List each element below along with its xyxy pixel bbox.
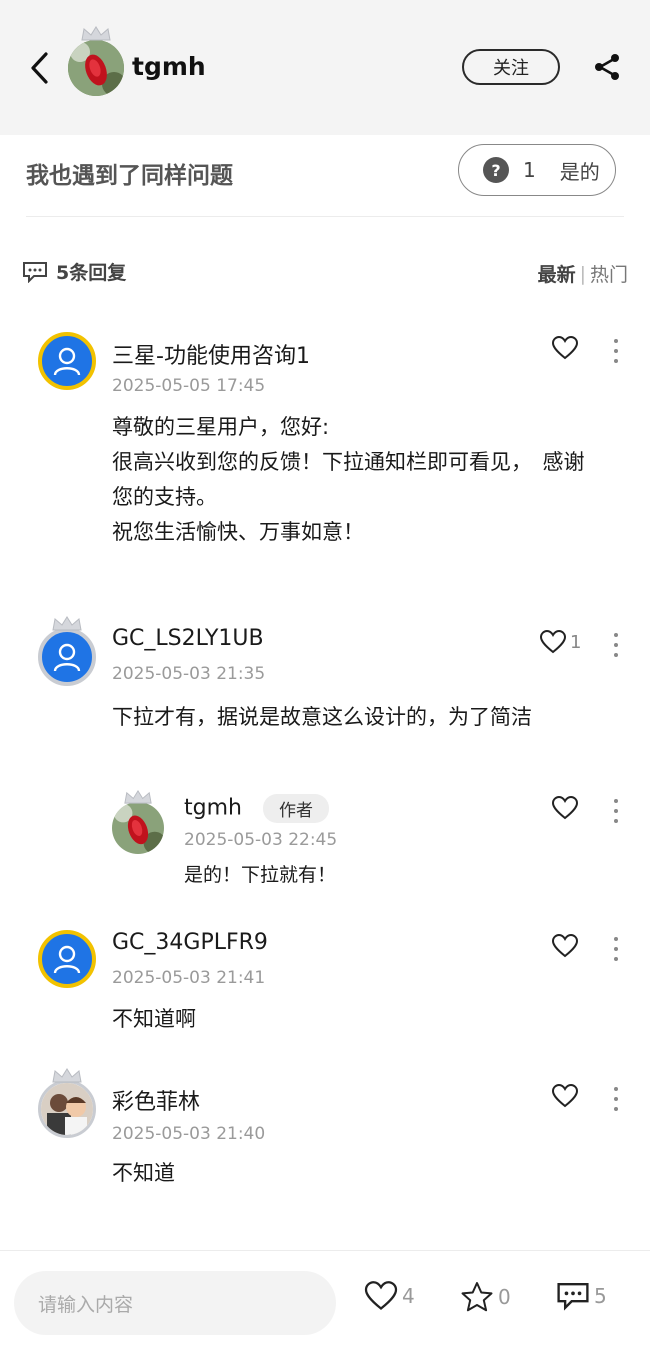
heart-icon bbox=[364, 1281, 398, 1310]
crown-icon bbox=[52, 616, 82, 631]
comment-date: 2025-05-03 21:40 bbox=[112, 1124, 266, 1144]
star-icon bbox=[461, 1282, 493, 1312]
more-options-button[interactable] bbox=[606, 630, 626, 660]
comment-icon bbox=[557, 1283, 589, 1311]
reply-count: 5条回复 bbox=[56, 262, 127, 284]
like-button[interactable]: 1 bbox=[540, 630, 581, 654]
author-badge: 作者 bbox=[262, 794, 329, 823]
comment-item: 三星-功能使用咨询1 2025-05-05 17:45 尊敬的三星用户，您好: … bbox=[0, 332, 650, 572]
share-button[interactable] bbox=[592, 52, 622, 82]
reply-body: 是的！下拉就有！ bbox=[184, 864, 337, 886]
like-count: 1 bbox=[570, 631, 582, 653]
flower-avatar-image bbox=[68, 40, 124, 96]
sort-separator: | bbox=[579, 262, 586, 285]
comment-input[interactable]: 请输入内容 bbox=[14, 1271, 336, 1335]
commenter-avatar[interactable] bbox=[38, 332, 96, 390]
bottom-action-bar: 请输入内容 4 0 5 bbox=[0, 1250, 650, 1349]
same-question-button[interactable]: ? 1 是的 bbox=[458, 144, 616, 196]
commenter-name: GC_34GPLFR9 bbox=[112, 930, 268, 955]
heart-icon bbox=[540, 630, 566, 654]
share-icon bbox=[595, 54, 619, 80]
author-avatar[interactable] bbox=[68, 26, 124, 96]
commenter-name: 彩色菲林 bbox=[112, 1090, 201, 1115]
back-button[interactable] bbox=[22, 48, 56, 88]
comment-body: 不知道啊 bbox=[112, 1007, 196, 1031]
comment-item: GC_LS2LY1UB 2025-05-03 21:35 下拉才有，据说是故意这… bbox=[0, 616, 650, 908]
favorite-count: 0 bbox=[498, 1285, 511, 1309]
comments-button[interactable]: 5 bbox=[556, 1281, 607, 1311]
heart-icon bbox=[552, 336, 578, 360]
author-name: tgmh bbox=[132, 52, 206, 81]
same-count: 1 bbox=[523, 158, 536, 182]
favorite-button[interactable]: 0 bbox=[460, 1281, 511, 1313]
same-label: 是的 bbox=[559, 159, 600, 184]
chevron-left-icon bbox=[31, 52, 48, 84]
like-button[interactable] bbox=[552, 934, 578, 958]
reply-author-line: tgmh 作者 bbox=[184, 794, 329, 823]
comment-item: 彩色菲林 2025-05-03 21:40 不知道 bbox=[0, 1068, 650, 1200]
post-like-count: 4 bbox=[402, 1284, 415, 1308]
more-options-button[interactable] bbox=[606, 934, 626, 964]
comment-date: 2025-05-03 21:41 bbox=[112, 968, 266, 988]
commenter-name: GC_LS2LY1UB bbox=[112, 626, 264, 651]
comment-body: 下拉才有，据说是故意这么设计的，为了简洁 bbox=[112, 705, 532, 729]
reply-author-name: tgmh bbox=[184, 795, 242, 821]
default-user-avatar bbox=[38, 628, 96, 686]
flower-avatar-image bbox=[112, 802, 164, 854]
reply-date: 2025-05-03 22:45 bbox=[184, 830, 338, 850]
comment-date: 2025-05-03 21:35 bbox=[112, 664, 266, 684]
default-user-avatar bbox=[38, 332, 96, 390]
top-app-bar: tgmh 关注 bbox=[0, 0, 650, 135]
photo-avatar-image bbox=[38, 1080, 96, 1138]
more-options-button[interactable] bbox=[606, 796, 626, 826]
reply-author-avatar[interactable] bbox=[112, 790, 164, 854]
like-button[interactable] bbox=[552, 1084, 578, 1108]
post-like-button[interactable]: 4 bbox=[364, 1281, 415, 1311]
comment-icon bbox=[23, 261, 47, 283]
commenter-avatar[interactable] bbox=[38, 616, 96, 686]
comment-body: 尊敬的三星用户，您好: 很高兴收到您的反馈！下拉通知栏即可看见， 感谢您的支持。… bbox=[112, 415, 585, 544]
nested-reply: tgmh 作者 2025-05-03 22:45 是的！下拉就有！ bbox=[112, 790, 632, 904]
more-options-button[interactable] bbox=[606, 1084, 626, 1114]
commenter-avatar[interactable] bbox=[38, 1068, 96, 1138]
question-mark-icon: ? bbox=[483, 157, 509, 183]
user-icon bbox=[53, 347, 81, 376]
commenter-name: 三星-功能使用咨询1 bbox=[112, 344, 310, 369]
user-icon bbox=[53, 945, 81, 974]
reply-count-header: 5条回复 bbox=[22, 258, 126, 285]
comment-item: GC_34GPLFR9 2025-05-03 21:41 不知道啊 bbox=[0, 930, 650, 1050]
comment-count: 5 bbox=[594, 1284, 607, 1308]
heart-icon bbox=[552, 1084, 578, 1108]
divider bbox=[26, 216, 624, 217]
comment-date: 2025-05-05 17:45 bbox=[112, 376, 266, 396]
sort-latest-tab[interactable]: 最新 bbox=[538, 260, 576, 287]
sort-hot-tab[interactable]: 热门 bbox=[590, 260, 628, 287]
heart-icon bbox=[552, 934, 578, 958]
like-button[interactable] bbox=[551, 795, 579, 824]
more-options-button[interactable] bbox=[606, 336, 626, 366]
post-title: 我也遇到了同样问题 bbox=[26, 163, 233, 189]
comment-body: 不知道 bbox=[112, 1161, 175, 1185]
crown-icon bbox=[81, 26, 111, 41]
sort-toggle: 最新 | 热门 bbox=[538, 260, 628, 287]
commenter-avatar[interactable] bbox=[38, 930, 96, 988]
user-icon bbox=[53, 643, 81, 672]
default-user-avatar bbox=[38, 930, 96, 988]
crown-icon bbox=[124, 790, 152, 804]
like-button[interactable] bbox=[552, 336, 578, 360]
crown-icon bbox=[52, 1068, 82, 1083]
heart-icon bbox=[551, 795, 579, 820]
follow-button[interactable]: 关注 bbox=[462, 49, 560, 85]
